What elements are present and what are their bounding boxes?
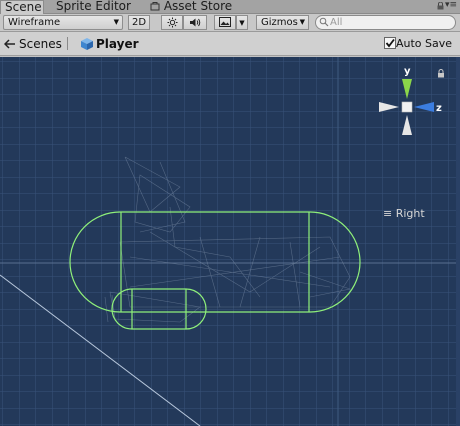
dropdown-arrow-icon: ▼ — [113, 18, 119, 26]
gizmos-label: Gizmos — [261, 17, 298, 28]
scene-viewport[interactable]: y z ≡ Right — [0, 57, 460, 426]
gizmo-y-arrow-icon[interactable] — [402, 79, 412, 99]
autosave-checkbox[interactable] — [384, 37, 396, 49]
speaker-icon — [190, 18, 201, 27]
gizmos-dropdown[interactable]: Gizmos ▼ — [256, 15, 309, 30]
lighting-toggle-button[interactable] — [161, 15, 183, 30]
search-placeholder: All — [330, 17, 343, 28]
search-input[interactable]: All — [315, 15, 456, 30]
image-icon — [219, 17, 231, 27]
audio-toggle-button[interactable] — [183, 15, 207, 30]
lock-icon[interactable] — [437, 2, 444, 10]
gizmo-z-arrow-icon[interactable] — [414, 102, 434, 112]
effects-dropdown-button[interactable]: ▼ — [236, 15, 248, 30]
gizmo-lock-icon[interactable] — [437, 69, 445, 78]
breadcrumb-player-label: Player — [96, 37, 139, 51]
gizmo-y-label: y — [404, 66, 411, 77]
orientation-gizmo[interactable]: y z — [374, 63, 446, 143]
prefab-breadcrumb-bar: Scenes Player Auto Save — [0, 32, 460, 56]
effects-toggle-button[interactable] — [214, 15, 236, 30]
viewport-edge — [456, 57, 460, 426]
sun-icon — [167, 17, 177, 28]
gizmo-z-label: z — [436, 103, 442, 114]
effects-dropdown-arrow-icon: ▼ — [239, 19, 245, 27]
tab-sprite-editor[interactable]: Sprite Editor — [52, 0, 135, 14]
autosave-label: Auto Save — [395, 37, 452, 50]
tab-menu-icon[interactable]: ▾≡ — [445, 0, 457, 11]
tab-asset-store-label: Asset Store — [163, 0, 233, 13]
gizmo-neg-z-arrow-icon[interactable] — [379, 102, 399, 112]
draw-mode-value: Wireframe — [8, 17, 61, 28]
view-orientation-text: Right — [395, 207, 425, 220]
scene-toolbar: Wireframe ▼ 2D ▼ Gizmos ▼ All — [0, 14, 460, 32]
store-icon — [150, 2, 160, 11]
back-arrow-icon[interactable] — [4, 38, 16, 50]
tab-sprite-editor-label: Sprite Editor — [56, 0, 131, 13]
gizmo-center-cube[interactable] — [401, 101, 413, 113]
breadcrumb-scenes-label: Scenes — [19, 37, 62, 51]
view-orientation-label[interactable]: ≡ Right — [383, 207, 425, 221]
tab-asset-store[interactable]: Asset Store — [146, 0, 236, 14]
draw-mode-dropdown[interactable]: Wireframe ▼ — [3, 15, 123, 30]
2d-toggle-label: 2D — [131, 17, 147, 28]
checkmark-icon — [385, 38, 395, 48]
prefab-cube-icon — [81, 38, 93, 50]
hamburger-icon: ≡ — [383, 207, 393, 220]
search-icon — [319, 17, 329, 27]
window-tab-strip: Scene Sprite Editor Asset Store ▾≡ — [0, 0, 460, 15]
gizmo-neg-y-arrow-icon[interactable] — [402, 115, 412, 135]
breadcrumb-scenes[interactable]: Scenes — [19, 37, 62, 51]
tab-scene-label: Scene — [5, 0, 42, 14]
breadcrumb-player[interactable]: Player — [96, 37, 139, 51]
breadcrumb-separator — [67, 37, 68, 50]
gizmos-arrow-icon: ▼ — [299, 18, 305, 26]
tab-scene[interactable]: Scene — [0, 0, 44, 15]
2d-toggle-button[interactable]: 2D — [128, 15, 150, 30]
